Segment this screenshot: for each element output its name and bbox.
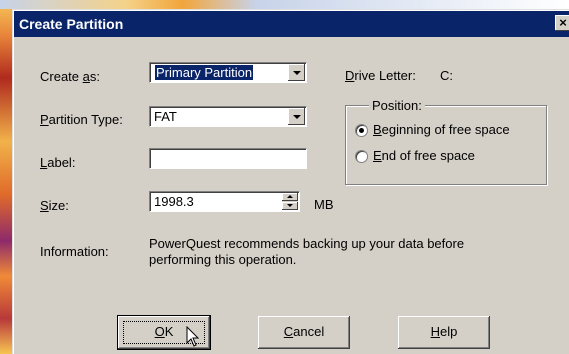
create-as-value: Primary Partition: [155, 65, 254, 80]
size-value: 1998.3: [154, 194, 194, 209]
information-text-line-2: performing this operation.: [149, 252, 297, 267]
radio-button[interactable]: [355, 150, 368, 163]
partition-type-value: FAT: [154, 109, 177, 124]
drive-letter-label: Drive Letter:: [345, 68, 416, 83]
chevron-down-icon[interactable]: [288, 108, 305, 125]
radio-label[interactable]: End of free space: [373, 148, 475, 164]
dialog-title: Create Partition: [19, 16, 124, 32]
information-label: Information:: [40, 244, 109, 259]
radio-button[interactable]: [355, 124, 368, 137]
position-groupbox: [345, 105, 547, 185]
information-text-line-1: PowerQuest recommends backing up your da…: [149, 236, 465, 251]
chevron-down-icon[interactable]: [288, 64, 305, 81]
size-unit: MB: [314, 197, 334, 212]
create-as-label: Create as:: [40, 69, 100, 84]
radio-selected-dot: [359, 128, 364, 133]
size-label: Size:: [40, 198, 69, 213]
partition-type-dropdown[interactable]: FAT: [149, 106, 307, 127]
desktop-background-top: [0, 0, 569, 9]
desktop-background-left: [0, 0, 12, 354]
title-bar[interactable]: Create Partition ×: [14, 11, 569, 37]
size-input[interactable]: 1998.3: [149, 191, 300, 212]
spin-down-icon[interactable]: [282, 202, 298, 210]
create-partition-dialog: Create Partition × Create as: Primary Pa…: [12, 9, 569, 354]
partition-type-label: Partition Type:: [40, 112, 123, 127]
label-input[interactable]: [149, 148, 307, 169]
drive-letter-value: C:: [440, 68, 453, 83]
size-stepper[interactable]: [282, 193, 298, 210]
position-legend: Position:: [369, 98, 425, 114]
cancel-button[interactable]: Cancel: [258, 316, 350, 349]
label-field-label: Label:: [40, 155, 76, 170]
help-button[interactable]: Help: [398, 316, 490, 349]
close-icon[interactable]: ×: [555, 15, 569, 31]
radio-label[interactable]: Beginning of free space: [373, 122, 510, 138]
mouse-pointer-icon: [186, 326, 200, 347]
spin-up-icon[interactable]: [282, 193, 298, 201]
create-as-dropdown[interactable]: Primary Partition: [149, 62, 307, 83]
